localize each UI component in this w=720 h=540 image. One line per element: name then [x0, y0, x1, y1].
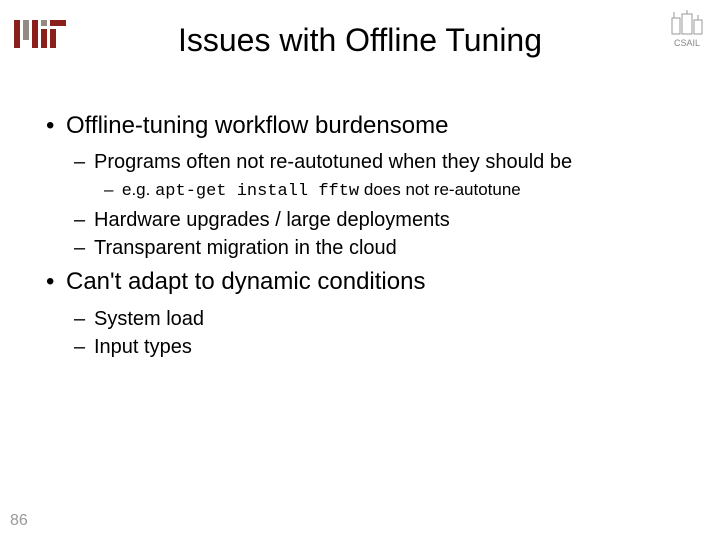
csail-label: CSAIL: [674, 38, 700, 48]
bullet-level1: Can't adapt to dynamic conditions System…: [40, 266, 680, 360]
bullet-text-prefix: e.g.: [122, 180, 155, 199]
bullet-text: Transparent migration in the cloud: [94, 237, 397, 259]
bullet-text: System load: [94, 308, 204, 330]
code-text: apt-get install fftw: [155, 182, 359, 201]
bullet-level1: Offline-tuning workflow burdensome Progr…: [40, 110, 680, 262]
bullet-level2: Hardware upgrades / large deployments: [66, 206, 680, 234]
bullet-level2: Programs often not re-autotuned when the…: [66, 148, 680, 204]
bullet-text: Programs often not re-autotuned when the…: [94, 151, 572, 173]
bullet-text-suffix: does not re-autotune: [359, 180, 521, 199]
slide-title: Issues with Offline Tuning: [20, 10, 700, 59]
page-number: 86: [10, 512, 28, 530]
bullet-level2: Input types: [66, 333, 680, 361]
bullet-text: Offline-tuning workflow burdensome: [66, 112, 448, 139]
bullet-text: Hardware upgrades / large deployments: [94, 209, 450, 231]
mit-logo: [14, 20, 68, 53]
csail-logo: CSAIL: [668, 8, 706, 48]
bullet-level3: e.g. apt-get install fftw does not re-au…: [94, 178, 680, 204]
bullet-level2: System load: [66, 305, 680, 333]
bullet-text: Input types: [94, 336, 192, 358]
slide-content: Offline-tuning workflow burdensome Progr…: [0, 70, 720, 361]
bullet-text: Can't adapt to dynamic conditions: [66, 268, 425, 295]
bullet-level2: Transparent migration in the cloud: [66, 234, 680, 262]
